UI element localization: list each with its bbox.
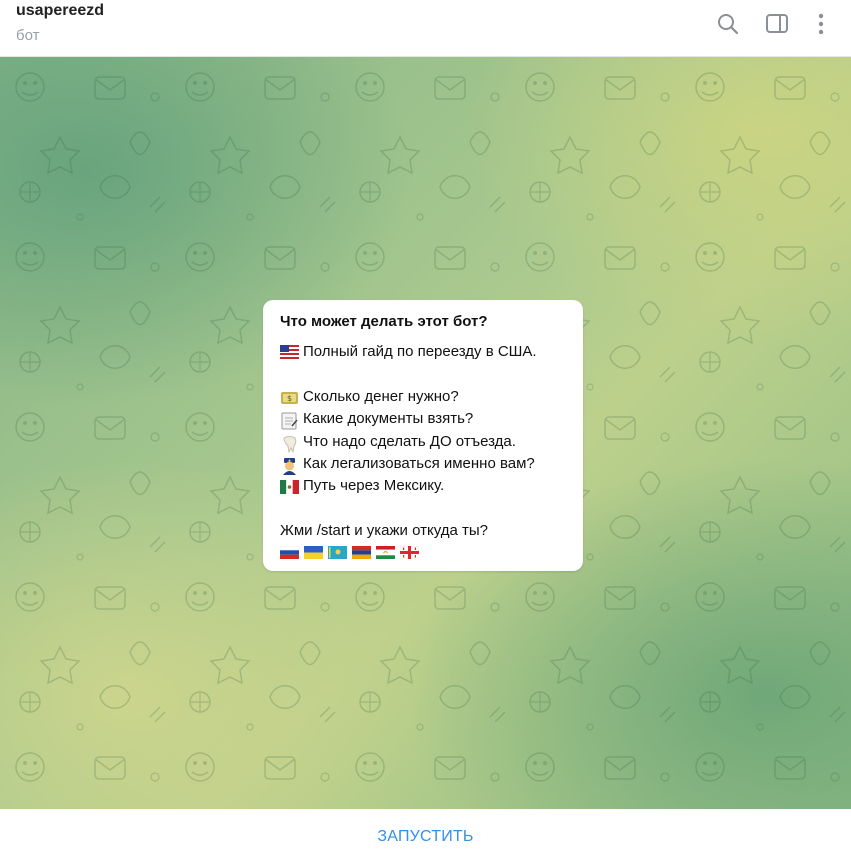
police-officer-icon <box>280 457 299 476</box>
message-cta: Жми /start и укажи откуда ты? <box>280 522 488 540</box>
flag-tajikistan-icon <box>376 545 395 559</box>
bot-description-message: Что может делать этот бот? Полный гайд п… <box>263 300 583 571</box>
chat-status: бот <box>16 27 40 44</box>
message-title: Что может делать этот бот? <box>280 313 488 330</box>
flag-russia-icon <box>280 545 299 559</box>
message-line-text: Сколько денег нужно? <box>303 387 459 405</box>
sidebar-panel-icon[interactable] <box>764 11 790 37</box>
message-line-guide: Полный гайд по переезду в США. <box>280 341 567 363</box>
start-bot-button[interactable]: ЗАПУСТИТЬ <box>353 818 497 856</box>
message-line-money: $ Сколько денег нужно? <box>280 386 567 408</box>
bottom-bar: ЗАПУСТИТЬ <box>0 809 851 865</box>
chat-header: usapereezd бот <box>0 0 851 57</box>
flag-mexico-icon <box>280 479 299 494</box>
flag-armenia-icon <box>352 545 371 559</box>
tooth-icon <box>280 435 299 453</box>
flag-kazakhstan-icon <box>328 545 347 559</box>
chat-title[interactable]: usapereezd <box>16 2 104 20</box>
flag-georgia-icon <box>400 545 419 559</box>
chat-background: Что может делать этот бот? Полный гайд п… <box>0 57 851 809</box>
message-line-text: Что надо сделать ДО отъезда. <box>303 432 516 450</box>
flag-ukraine-icon <box>304 545 323 559</box>
message-line-text: Путь через Мексику. <box>303 477 445 495</box>
more-vertical-icon[interactable] <box>808 11 834 37</box>
message-line-before-departure: Что надо сделать ДО отъезда. <box>280 431 567 453</box>
notepad-icon <box>280 412 299 430</box>
message-line-text: Как легализоваться именно вам? <box>303 454 535 472</box>
message-line-text: Какие документы взять? <box>303 410 474 428</box>
message-line-documents: Какие документы взять? <box>280 408 567 430</box>
money-bag-icon: $ <box>280 390 299 404</box>
message-line-text: Полный гайд по переезду в США. <box>303 343 537 360</box>
svg-text:$: $ <box>287 394 292 403</box>
search-icon[interactable] <box>715 11 741 37</box>
message-line-mexico: Путь через Мексику. <box>280 475 567 497</box>
flags-row <box>280 545 567 559</box>
flag-usa-icon <box>280 345 299 360</box>
message-line-legalize: Как легализоваться именно вам? <box>280 453 567 476</box>
